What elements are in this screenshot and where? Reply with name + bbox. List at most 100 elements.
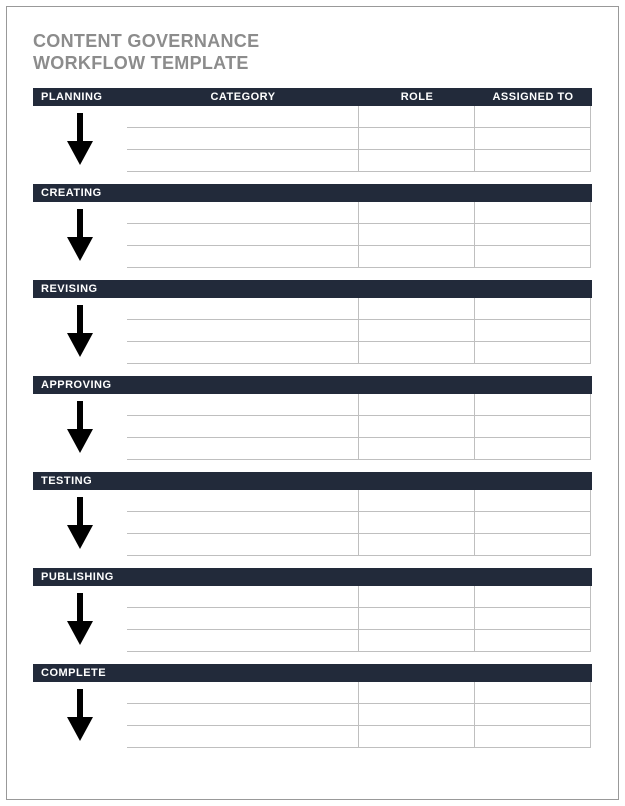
cell-role[interactable] xyxy=(359,416,475,438)
cell-category[interactable] xyxy=(127,202,359,224)
cell-assigned-to[interactable] xyxy=(475,490,591,512)
col-header-role: ROLE xyxy=(359,88,475,106)
cell-role[interactable] xyxy=(359,534,475,556)
cell-assigned-to[interactable] xyxy=(475,246,591,268)
table-row xyxy=(127,394,592,416)
cell-role[interactable] xyxy=(359,342,475,364)
workflow-table: PLANNING CATEGORY ROLE ASSIGNED TO xyxy=(33,88,592,748)
cell-category[interactable] xyxy=(127,246,359,268)
cell-category[interactable] xyxy=(127,586,359,608)
table-row xyxy=(127,298,592,320)
cell-category[interactable] xyxy=(127,726,359,748)
table-row xyxy=(127,202,592,224)
cell-role[interactable] xyxy=(359,320,475,342)
section-complete: COMPLETE xyxy=(33,664,592,748)
cell-assigned-to[interactable] xyxy=(475,438,591,460)
cell-assigned-to[interactable] xyxy=(475,608,591,630)
table-row xyxy=(127,490,592,512)
cell-assigned-to[interactable] xyxy=(475,106,591,128)
cell-category[interactable] xyxy=(127,490,359,512)
cell-role[interactable] xyxy=(359,630,475,652)
table-row xyxy=(127,534,592,556)
arrow-down-icon xyxy=(33,490,127,556)
page-title-line2: WORKFLOW TEMPLATE xyxy=(33,53,592,75)
cell-role[interactable] xyxy=(359,726,475,748)
arrow-down-icon xyxy=(33,202,127,268)
table-row xyxy=(127,608,592,630)
cell-category[interactable] xyxy=(127,608,359,630)
section-header: APPROVING xyxy=(33,376,592,394)
cell-category[interactable] xyxy=(127,320,359,342)
cell-role[interactable] xyxy=(359,106,475,128)
section-revising: REVISING xyxy=(33,280,592,364)
cell-category[interactable] xyxy=(127,534,359,556)
section-testing: TESTING xyxy=(33,472,592,556)
col-header-assigned-to: ASSIGNED TO xyxy=(475,88,591,106)
section-header: PUBLISHING xyxy=(33,568,592,586)
section-header: REVISING xyxy=(33,280,592,298)
cell-role[interactable] xyxy=(359,246,475,268)
table-row xyxy=(127,150,592,172)
page-title-line1: CONTENT GOVERNANCE xyxy=(33,31,592,53)
section-header: CREATING xyxy=(33,184,592,202)
cell-assigned-to[interactable] xyxy=(475,512,591,534)
table-row xyxy=(127,128,592,150)
cell-assigned-to[interactable] xyxy=(475,416,591,438)
cell-category[interactable] xyxy=(127,106,359,128)
table-row xyxy=(127,320,592,342)
cell-assigned-to[interactable] xyxy=(475,586,591,608)
cell-role[interactable] xyxy=(359,298,475,320)
cell-assigned-to[interactable] xyxy=(475,682,591,704)
cell-category[interactable] xyxy=(127,630,359,652)
cell-category[interactable] xyxy=(127,342,359,364)
cell-category[interactable] xyxy=(127,682,359,704)
cell-assigned-to[interactable] xyxy=(475,224,591,246)
stage-label: COMPLETE xyxy=(33,664,127,682)
cell-assigned-to[interactable] xyxy=(475,202,591,224)
section-publishing: PUBLISHING xyxy=(33,568,592,652)
cell-assigned-to[interactable] xyxy=(475,630,591,652)
cell-assigned-to[interactable] xyxy=(475,298,591,320)
table-row xyxy=(127,438,592,460)
cell-assigned-to[interactable] xyxy=(475,534,591,556)
table-row xyxy=(127,106,592,128)
cell-category[interactable] xyxy=(127,704,359,726)
section-planning: PLANNING CATEGORY ROLE ASSIGNED TO xyxy=(33,88,592,172)
cell-role[interactable] xyxy=(359,586,475,608)
cell-role[interactable] xyxy=(359,608,475,630)
table-row xyxy=(127,512,592,534)
cell-category[interactable] xyxy=(127,512,359,534)
cell-role[interactable] xyxy=(359,150,475,172)
cell-assigned-to[interactable] xyxy=(475,726,591,748)
cell-category[interactable] xyxy=(127,150,359,172)
section-header: COMPLETE xyxy=(33,664,592,682)
cell-category[interactable] xyxy=(127,438,359,460)
section-header: TESTING xyxy=(33,472,592,490)
arrow-down-icon xyxy=(33,298,127,364)
cell-assigned-to[interactable] xyxy=(475,128,591,150)
section-creating: CREATING xyxy=(33,184,592,268)
cell-assigned-to[interactable] xyxy=(475,342,591,364)
cell-role[interactable] xyxy=(359,128,475,150)
cell-category[interactable] xyxy=(127,416,359,438)
cell-role[interactable] xyxy=(359,682,475,704)
cell-role[interactable] xyxy=(359,704,475,726)
table-row xyxy=(127,224,592,246)
cell-role[interactable] xyxy=(359,224,475,246)
cell-role[interactable] xyxy=(359,490,475,512)
cell-category[interactable] xyxy=(127,298,359,320)
cell-category[interactable] xyxy=(127,394,359,416)
cell-assigned-to[interactable] xyxy=(475,704,591,726)
arrow-down-icon xyxy=(33,586,127,652)
cell-role[interactable] xyxy=(359,394,475,416)
cell-assigned-to[interactable] xyxy=(475,394,591,416)
cell-category[interactable] xyxy=(127,128,359,150)
cell-assigned-to[interactable] xyxy=(475,150,591,172)
cell-role[interactable] xyxy=(359,438,475,460)
cell-category[interactable] xyxy=(127,224,359,246)
cell-assigned-to[interactable] xyxy=(475,320,591,342)
section-approving: APPROVING xyxy=(33,376,592,460)
stage-label: CREATING xyxy=(33,184,127,202)
cell-role[interactable] xyxy=(359,202,475,224)
cell-role[interactable] xyxy=(359,512,475,534)
